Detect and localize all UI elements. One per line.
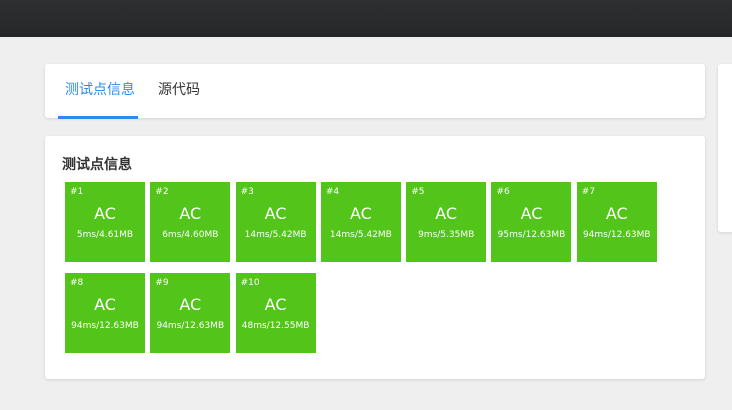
testcase-usage: 6ms/4.60MB <box>162 230 219 240</box>
testcase-results-card: 测试点信息 #1 AC 5ms/4.61MB #2 AC 6ms/4.60MB #3 AC 14… <box>45 136 705 379</box>
testcase-usage: 48ms/12.55MB <box>241 321 310 331</box>
testcase-usage: 94ms/12.63MB <box>71 321 139 331</box>
tab-testcase-info[interactable]: 测试点信息 <box>65 64 135 118</box>
active-tab-indicator <box>58 116 138 119</box>
testcase-tile[interactable]: #6 AC 95ms/12.63MB <box>491 182 572 262</box>
testcase-status: AC <box>264 204 287 223</box>
testcase-usage: 94ms/12.63MB <box>156 321 225 331</box>
testcase-id: #4 <box>325 187 340 197</box>
testcase-id: #6 <box>496 187 510 197</box>
testcase-usage: 5ms/4.61MB <box>76 230 134 240</box>
testcase-status: AC <box>179 204 202 223</box>
testcase-id: #5 <box>411 187 425 197</box>
testcase-status: AC <box>94 295 116 314</box>
testcase-tile[interactable]: #7 AC 94ms/12.63MB <box>576 182 657 262</box>
testcase-status: AC <box>435 204 458 223</box>
tab-source-code[interactable]: 源代码 <box>158 64 200 118</box>
top-navbar <box>0 0 732 37</box>
testcase-tile[interactable]: #2 AC 6ms/4.60MB <box>150 182 231 262</box>
testcase-status: AC <box>520 204 543 223</box>
testcase-id: #2 <box>155 187 169 197</box>
testcase-id: #10 <box>240 278 260 288</box>
testcase-tile[interactable]: #3 AC 14ms/5.42MB <box>235 182 316 262</box>
tabs-card: 测试点信息 源代码 <box>45 64 705 119</box>
testcase-tile[interactable]: #8 AC 94ms/12.63MB <box>65 273 145 353</box>
testcase-grid: #1 AC 5ms/4.61MB #2 AC 6ms/4.60MB #3 AC 14ms/5.4… <box>65 182 685 353</box>
testcase-status: AC <box>179 295 202 314</box>
testcase-id: #8 <box>70 278 84 288</box>
testcase-tile[interactable]: #5 AC 9ms/5.35MB <box>406 182 487 262</box>
testcase-usage: 14ms/5.42MB <box>244 230 307 240</box>
testcase-usage: 14ms/5.42MB <box>329 230 392 240</box>
testcase-status: AC <box>605 204 628 223</box>
testcase-tile[interactable]: #4 AC 14ms/5.42MB <box>320 182 401 262</box>
testcase-usage: 94ms/12.63MB <box>582 230 651 240</box>
testcase-tile[interactable]: #1 AC 5ms/4.61MB <box>65 182 145 262</box>
testcase-tile[interactable]: #10 AC 48ms/12.55MB <box>235 273 316 353</box>
testcase-status: AC <box>94 204 116 223</box>
side-panel <box>718 64 732 232</box>
testcase-status: AC <box>264 295 287 314</box>
testcase-usage: 95ms/12.63MB <box>497 230 566 240</box>
testcase-id: #7 <box>581 187 596 197</box>
testcase-status: AC <box>349 204 372 223</box>
testcase-id: #9 <box>155 278 169 288</box>
section-title: 测试点信息 <box>62 157 132 173</box>
testcase-id: #1 <box>70 187 84 197</box>
testcase-usage: 9ms/5.35MB <box>418 230 475 240</box>
testcase-id: #3 <box>240 187 254 197</box>
testcase-tile[interactable]: #9 AC 94ms/12.63MB <box>150 273 231 353</box>
